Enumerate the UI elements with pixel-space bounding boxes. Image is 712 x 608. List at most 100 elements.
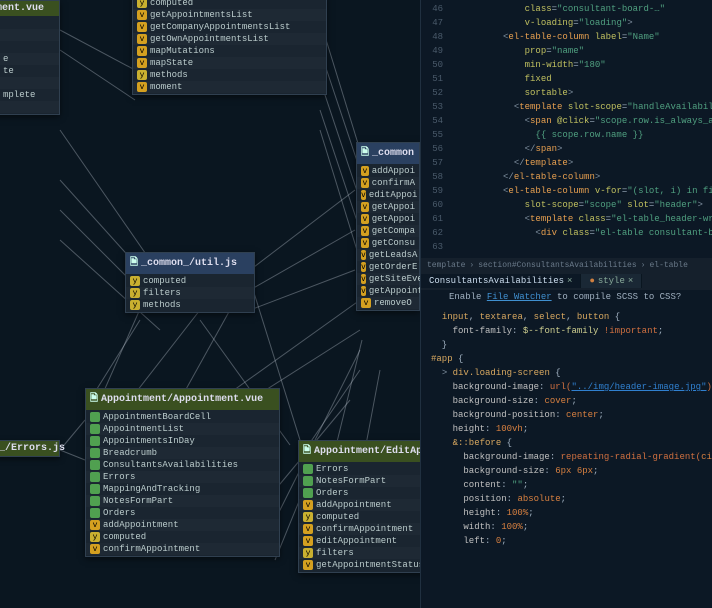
file-icon: 🗎: [303, 443, 311, 460]
property-icon: y: [130, 276, 140, 286]
node-item[interactable]: Orders: [86, 507, 279, 519]
node-item[interactable]: vgetAppointmentStatusList: [357, 285, 419, 297]
file-watcher-link[interactable]: File Watcher: [487, 292, 552, 302]
node-item[interactable]: yfilters: [299, 547, 420, 559]
code-body[interactable]: class="consultant-board-…" v-loading="lo…: [449, 0, 712, 240]
node-item-label: getLeadsA: [369, 250, 418, 260]
node-item[interactable]: vgetCompanyAppointmentsList: [133, 21, 326, 33]
node-item[interactable]: vconfirmAppointment: [86, 543, 279, 555]
node-item[interactable]: [0, 41, 59, 53]
node-item[interactable]: Orders: [299, 487, 420, 499]
node-item[interactable]: vgetSiteEve: [357, 273, 419, 285]
node-item-label: removeO: [374, 298, 412, 308]
node-item[interactable]: veditAppointment: [299, 535, 420, 547]
code-body[interactable]: input, textarea, select, button { font-f…: [431, 308, 712, 548]
editor-bottom[interactable]: input, textarea, select, button { font-f…: [421, 308, 712, 608]
editor-top[interactable]: 464748495051525354555657585960616263 cla…: [421, 0, 712, 258]
method-icon: v: [361, 250, 366, 260]
node-item[interactable]: Errors: [299, 463, 420, 475]
node-item-label: AppointmentsInDay: [103, 436, 195, 446]
node-item-label: confirmA: [372, 178, 415, 188]
node-item[interactable]: te: [0, 65, 59, 77]
node-item[interactable]: vaddAppoi: [357, 165, 419, 177]
breadcrumb-item[interactable]: template: [427, 261, 465, 270]
node-item[interactable]: vremoveO: [357, 297, 419, 309]
node-item[interactable]: vgetOwnAppointmentsList: [133, 33, 326, 45]
node-item[interactable]: vgetConsu: [357, 237, 419, 249]
node-item[interactable]: vgetAppoi: [357, 213, 419, 225]
node-item[interactable]: vgetAppoi: [357, 201, 419, 213]
graph-node-top[interactable]: ycomputedvgetAppointmentsListvgetCompany…: [132, 0, 327, 95]
node-item[interactable]: [0, 17, 59, 29]
node-item[interactable]: Errors: [86, 471, 279, 483]
node-item[interactable]: AppointmentBoardCell: [86, 411, 279, 423]
node-item-label: getOwnAppointmentsList: [150, 34, 269, 44]
graph-node-nment[interactable]: nment.vue ete mplete: [0, 0, 60, 115]
node-item[interactable]: ConsultantsAvailabilities: [86, 459, 279, 471]
node-item[interactable]: yfilters: [126, 287, 254, 299]
component-icon: [90, 412, 100, 422]
method-icon: v: [361, 166, 369, 176]
node-item[interactable]: ycomputed: [133, 0, 326, 9]
node-item[interactable]: vgetOrderE: [357, 261, 419, 273]
node-item[interactable]: vconfirmAppointment: [299, 523, 420, 535]
node-item[interactable]: vgetLeadsA: [357, 249, 419, 261]
property-icon: y: [303, 512, 313, 522]
node-item[interactable]: vmapState: [133, 57, 326, 69]
breadcrumb-item[interactable]: el-table: [649, 261, 687, 270]
node-item-label: getOrderE: [369, 262, 418, 272]
node-item[interactable]: ymethods: [126, 299, 254, 311]
node-item[interactable]: e: [0, 53, 59, 65]
close-icon[interactable]: ×: [628, 276, 633, 286]
node-item[interactable]: Breadcrumb: [86, 447, 279, 459]
node-item-label: confirmAppointment: [316, 524, 413, 534]
method-icon: v: [361, 178, 369, 188]
close-icon[interactable]: ×: [567, 276, 572, 286]
node-item-label: filters: [316, 548, 354, 558]
node-header: nment.vue: [0, 1, 59, 16]
graph-node-appointment[interactable]: 🗎Appointment/Appointment.vue Appointment…: [85, 388, 280, 557]
node-item[interactable]: [0, 29, 59, 41]
node-item[interactable]: NotesFormPart: [86, 495, 279, 507]
node-item[interactable]: vmapMutations: [133, 45, 326, 57]
node-item[interactable]: ycomputed: [299, 511, 420, 523]
node-item-label: getAppointmentStatusList: [369, 286, 420, 296]
breadcrumb-bar[interactable]: template› section#ConsultantsAvailabilit…: [421, 258, 712, 272]
node-item[interactable]: [0, 77, 59, 89]
node-item-label: te: [3, 66, 14, 76]
graph-node-errors[interactable]: on_/Errors.js: [0, 440, 60, 457]
node-item[interactable]: NotesFormPart: [299, 475, 420, 487]
node-item[interactable]: ycomputed: [86, 531, 279, 543]
node-item[interactable]: vconfirmA: [357, 177, 419, 189]
tab-consultants[interactable]: ConsultantsAvailabilities×: [421, 274, 581, 288]
node-item[interactable]: vgetAppointmentsList: [133, 9, 326, 21]
node-item-label: computed: [316, 512, 359, 522]
node-item[interactable]: vaddAppointment: [86, 519, 279, 531]
component-icon: [90, 472, 100, 482]
node-item[interactable]: vgetCompa: [357, 225, 419, 237]
node-item[interactable]: veditAppoi: [357, 189, 419, 201]
method-icon: v: [361, 238, 369, 248]
node-item[interactable]: vgetAppointmentStatusList: [299, 559, 420, 571]
tab-style[interactable]: ●style×: [581, 274, 642, 288]
method-icon: v: [90, 544, 100, 554]
graph-node-util[interactable]: 🗎_common_/util.js ycomputedyfiltersymeth…: [125, 252, 255, 313]
node-item[interactable]: MappingAndTracking: [86, 483, 279, 495]
node-item[interactable]: ymethods: [133, 69, 326, 81]
node-item-label: mplete: [3, 90, 35, 100]
dependency-graph-panel[interactable]: nment.vue etemplete ycomputedvgetAppoint…: [0, 0, 420, 608]
node-item[interactable]: [0, 101, 59, 113]
graph-node-edit-appointment[interactable]: 🗎Appointment/EditAppointment.vue ErrorsN…: [298, 440, 420, 573]
node-item[interactable]: mplete: [0, 89, 59, 101]
component-icon: [303, 476, 313, 486]
node-item[interactable]: AppointmentsInDay: [86, 435, 279, 447]
node-item[interactable]: vaddAppointment: [299, 499, 420, 511]
node-item[interactable]: ycomputed: [126, 275, 254, 287]
node-item[interactable]: vmoment: [133, 81, 326, 93]
graph-node-common-right[interactable]: 🗎_common vaddAppoivconfirmAveditAppoivge…: [356, 142, 420, 311]
property-icon: y: [303, 548, 313, 558]
component-icon: [90, 448, 100, 458]
property-icon: y: [137, 70, 147, 80]
breadcrumb-item[interactable]: section#ConsultantsAvailabilities: [478, 261, 636, 270]
node-item[interactable]: AppointmentList: [86, 423, 279, 435]
